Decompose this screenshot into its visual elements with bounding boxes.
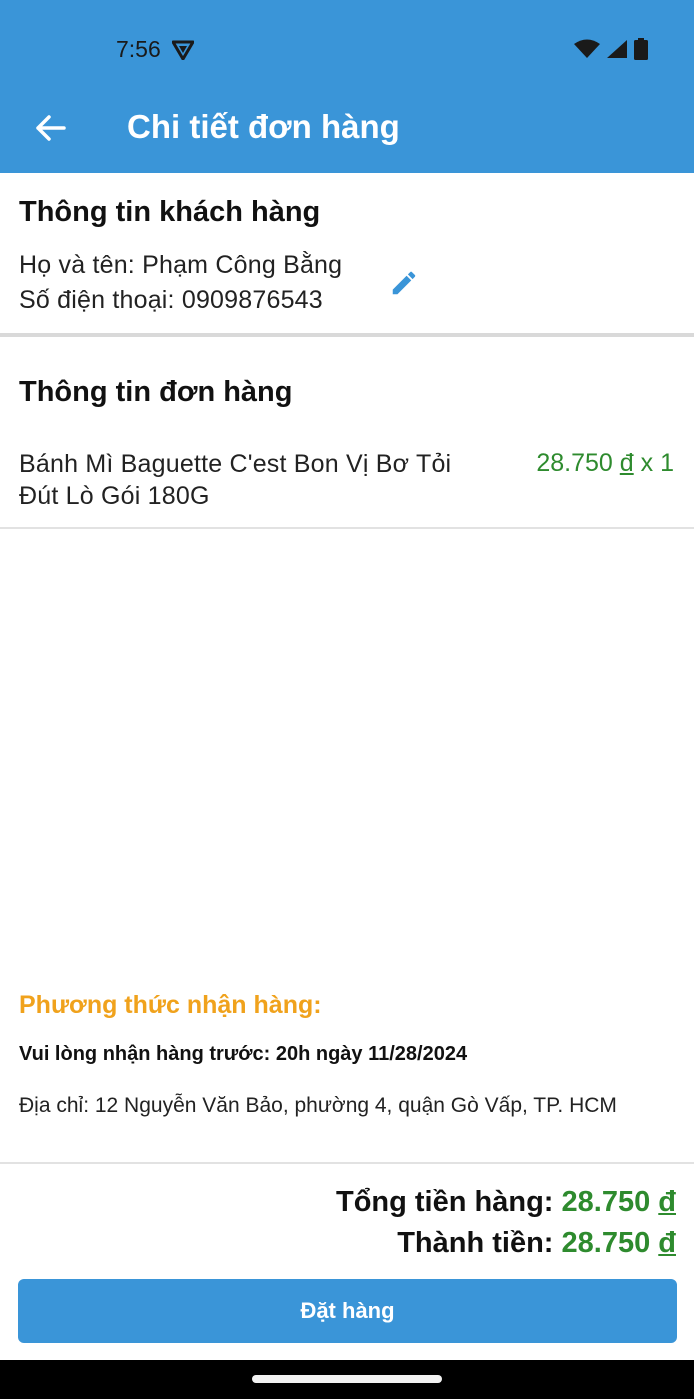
back-arrow-icon[interactable]	[30, 108, 70, 148]
status-time: 7:56	[116, 36, 161, 62]
cellular-icon	[607, 40, 627, 58]
total-value: 28.750 đ	[562, 1227, 676, 1259]
page-title: Chi tiết đơn hàng	[127, 108, 400, 145]
order-item-price-value: 28.750	[536, 449, 613, 477]
pencil-icon[interactable]	[389, 268, 419, 298]
place-order-button[interactable]: Đặt hàng	[18, 1279, 677, 1343]
subtotal-label: Tổng tiền hàng:	[335, 1186, 554, 1218]
system-nav-bar	[0, 1360, 694, 1399]
subtotal-currency: đ	[658, 1186, 676, 1218]
delivery-method-title: Phương thức nhận hàng:	[19, 991, 322, 1019]
order-item-currency: đ	[619, 449, 634, 477]
total-label: Thành tiền:	[397, 1227, 554, 1259]
total-amount: 28.750	[561, 1227, 651, 1259]
subtotal-amount: 28.750	[561, 1186, 651, 1218]
total-currency: đ	[658, 1227, 676, 1259]
wifi-icon	[574, 39, 600, 58]
battery-icon	[634, 38, 648, 60]
order-item-price: 28.750 đ x 1	[536, 449, 674, 478]
customer-phone: Số điện thoại: 0909876543	[19, 286, 323, 314]
order-item-name-line2: Đút Lò Gói 180G	[19, 482, 210, 510]
subtotal-value: 28.750 đ	[562, 1186, 676, 1218]
order-section-title: Thông tin đơn hàng	[19, 376, 293, 408]
delivery-address: Địa chỉ: 12 Nguyễn Văn Bảo, phường 4, qu…	[19, 1094, 617, 1117]
shield-icon	[172, 40, 194, 60]
customer-section-title: Thông tin khách hàng	[19, 196, 321, 228]
customer-info-section: Thông tin khách hàng Họ và tên: Phạm Côn…	[0, 173, 694, 336]
order-divider	[0, 527, 694, 529]
app-bar: 7:56 Chi tiết đơn hàng	[0, 0, 694, 173]
subtotal-row: Tổng tiền hàng: 28.750 đ	[336, 1186, 676, 1219]
delivery-deadline: Vui lòng nhận hàng trước: 20h ngày 11/28…	[19, 1043, 468, 1065]
order-info-section: Thông tin đơn hàng Bánh Mì Baguette C'es…	[0, 337, 694, 527]
summary-divider	[0, 1162, 694, 1164]
home-gesture-handle[interactable]	[252, 1375, 442, 1383]
customer-name: Họ và tên: Phạm Công Bằng	[19, 251, 343, 279]
order-item-quantity: x 1	[640, 449, 674, 477]
order-item-name-line1: Bánh Mì Baguette C'est Bon Vị Bơ Tỏi	[19, 450, 452, 478]
total-row: Thành tiền: 28.750 đ	[397, 1227, 676, 1260]
status-icons	[574, 38, 648, 60]
